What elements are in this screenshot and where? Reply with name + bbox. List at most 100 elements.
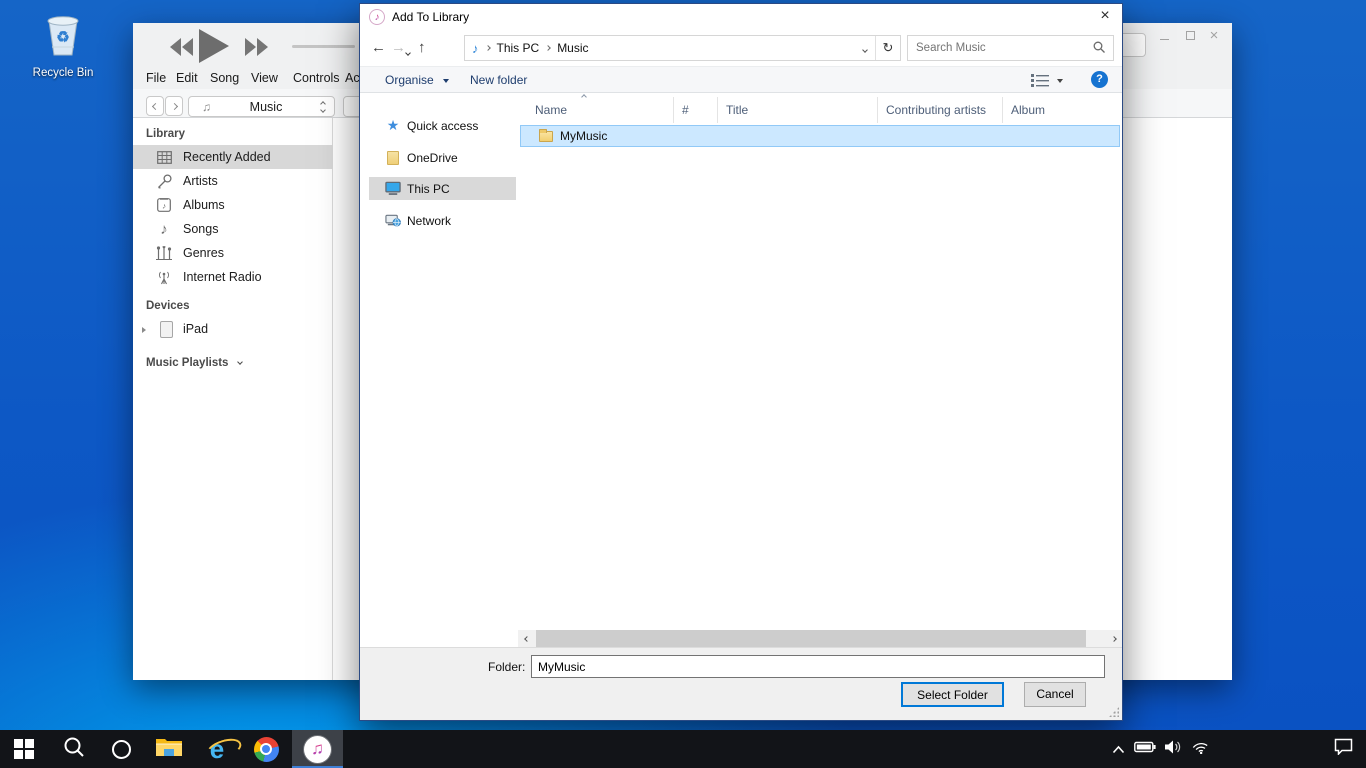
media-type-value: Music [211, 100, 321, 114]
menu-controls[interactable]: Controls [293, 67, 340, 89]
stepper-icon [321, 102, 325, 112]
menu-edit[interactable]: Edit [176, 67, 198, 89]
scrollbar-thumb[interactable] [536, 630, 1086, 647]
grid-icon [156, 149, 172, 165]
view-mode-chevron-icon[interactable] [1057, 79, 1063, 83]
internet-explorer-icon: e [210, 736, 224, 762]
album-icon: ♪ [156, 197, 172, 213]
back-arrow-icon[interactable]: ← [371, 39, 386, 56]
note-icon: ♪ [156, 221, 172, 237]
nav-item-network[interactable]: Network [360, 209, 516, 232]
internet-explorer-button[interactable]: e [194, 730, 240, 768]
column-title[interactable]: Title [718, 97, 878, 123]
itunes-minimize-button[interactable] [1155, 27, 1173, 45]
menu-file[interactable]: File [146, 67, 166, 89]
volume-slider[interactable] [292, 45, 355, 48]
play-icon[interactable] [197, 29, 229, 68]
library-header: Library [146, 128, 185, 140]
sidebar-item-genres[interactable]: Genres [133, 241, 333, 265]
previous-track-icon[interactable] [170, 38, 194, 61]
battery-icon[interactable] [1134, 740, 1156, 758]
chevron-down-icon [443, 79, 449, 83]
column-name[interactable]: Name [518, 97, 674, 123]
search-input[interactable] [908, 41, 1093, 55]
address-bar[interactable]: ♪ This PC Music ↻ [464, 35, 901, 61]
expander-icon[interactable] [142, 322, 146, 336]
show-hidden-icons-button[interactable] [1112, 745, 1125, 754]
network-icon [385, 213, 401, 229]
sidebar-item-songs[interactable]: ♪ Songs [133, 217, 333, 241]
breadcrumb-chevron-icon[interactable] [485, 45, 491, 51]
nav-item-quick-access[interactable]: ★ Quick access [360, 114, 516, 137]
help-icon[interactable]: ? [1091, 71, 1108, 88]
breadcrumb-music[interactable]: Music [557, 41, 588, 55]
folder-icon [539, 131, 553, 142]
file-explorer-button[interactable] [146, 730, 192, 768]
add-to-library-dialog: ♪ Add To Library × ← → ↑ ♪ This PC Music… [359, 3, 1123, 721]
nav-item-onedrive[interactable]: OneDrive [360, 146, 516, 169]
menu-song[interactable]: Song [210, 67, 239, 89]
forward-arrow-icon: → [391, 39, 406, 56]
address-dropdown-chevron-icon[interactable] [855, 41, 875, 55]
folder-name-input[interactable] [531, 655, 1105, 678]
taskbar: e ♫ [0, 730, 1366, 768]
new-folder-button[interactable]: New folder [470, 73, 527, 87]
scroll-left-button[interactable] [518, 630, 535, 647]
desktop: ♻ Recycle Bin × File Edit [0, 0, 1366, 768]
sidebar-item-ipad[interactable]: iPad [133, 317, 333, 341]
menu-view[interactable]: View [251, 67, 278, 89]
file-row-mymusic[interactable]: MyMusic [520, 125, 1120, 147]
select-folder-button[interactable]: Select Folder [901, 682, 1004, 707]
nav-item-this-pc[interactable]: This PC [369, 177, 516, 200]
sidebar-item-recently-added[interactable]: Recently Added [133, 145, 333, 169]
horizontal-scrollbar[interactable] [518, 630, 1122, 647]
dialog-title: Add To Library [392, 10, 469, 24]
breadcrumb-chevron-icon[interactable] [545, 45, 551, 51]
cancel-button[interactable]: Cancel [1024, 682, 1086, 707]
recent-locations-chevron-icon[interactable] [406, 44, 410, 58]
next-track-icon[interactable] [244, 38, 268, 61]
action-center-icon [1334, 738, 1353, 760]
resize-grip-icon[interactable] [1109, 707, 1119, 717]
chrome-button[interactable] [243, 730, 289, 768]
wifi-icon[interactable] [1192, 740, 1210, 759]
dialog-search-box[interactable] [907, 35, 1114, 61]
itunes-back-button[interactable] [146, 96, 164, 116]
dialog-close-button[interactable]: × [1090, 4, 1120, 30]
quick-access-star-icon: ★ [385, 118, 401, 134]
chrome-icon [254, 737, 279, 762]
scroll-right-button[interactable] [1105, 630, 1122, 647]
column-album[interactable]: Album [1003, 97, 1122, 123]
organise-button[interactable]: Organise [385, 73, 449, 87]
microphone-icon [156, 173, 172, 189]
column-contributing-artists[interactable]: Contributing artists [878, 97, 1003, 123]
cortana-button[interactable] [98, 730, 144, 768]
itunes-maximize-button[interactable] [1181, 27, 1199, 45]
recycle-bin-icon: ♻ [37, 47, 89, 64]
itunes-taskbar-button[interactable]: ♫ [292, 730, 343, 768]
taskbar-search-button[interactable] [51, 730, 97, 768]
volume-icon[interactable] [1165, 740, 1183, 759]
dialog-nav-pane: ★ Quick access OneDrive This PC [360, 93, 517, 630]
sidebar-item-internet-radio[interactable]: Internet Radio [133, 265, 333, 289]
media-type-selector[interactable]: ♫ Music [188, 96, 335, 117]
start-button[interactable] [1, 730, 47, 768]
action-center-button[interactable] [1320, 730, 1366, 768]
music-note-icon: ♫ [202, 100, 211, 114]
search-icon[interactable] [1093, 41, 1105, 56]
itunes-close-button[interactable]: × [1205, 27, 1223, 45]
column-number[interactable]: # [674, 97, 718, 123]
breadcrumb-this-pc[interactable]: This PC [497, 41, 540, 55]
music-playlists-header[interactable]: Music Playlists [146, 357, 242, 369]
sidebar-item-artists[interactable]: Artists [133, 169, 333, 193]
recycle-bin[interactable]: ♻ Recycle Bin [20, 8, 106, 79]
view-mode-icon[interactable] [1031, 74, 1049, 90]
folder-label: Folder: [488, 660, 525, 674]
itunes-forward-button[interactable] [165, 96, 183, 116]
dialog-footer: Folder: Select Folder Cancel [360, 647, 1122, 720]
refresh-icon[interactable]: ↻ [876, 40, 900, 56]
sidebar-item-albums[interactable]: ♪ Albums [133, 193, 333, 217]
this-pc-monitor-icon [385, 181, 401, 197]
up-arrow-icon[interactable]: ↑ [418, 39, 426, 56]
genres-icon [156, 245, 172, 261]
